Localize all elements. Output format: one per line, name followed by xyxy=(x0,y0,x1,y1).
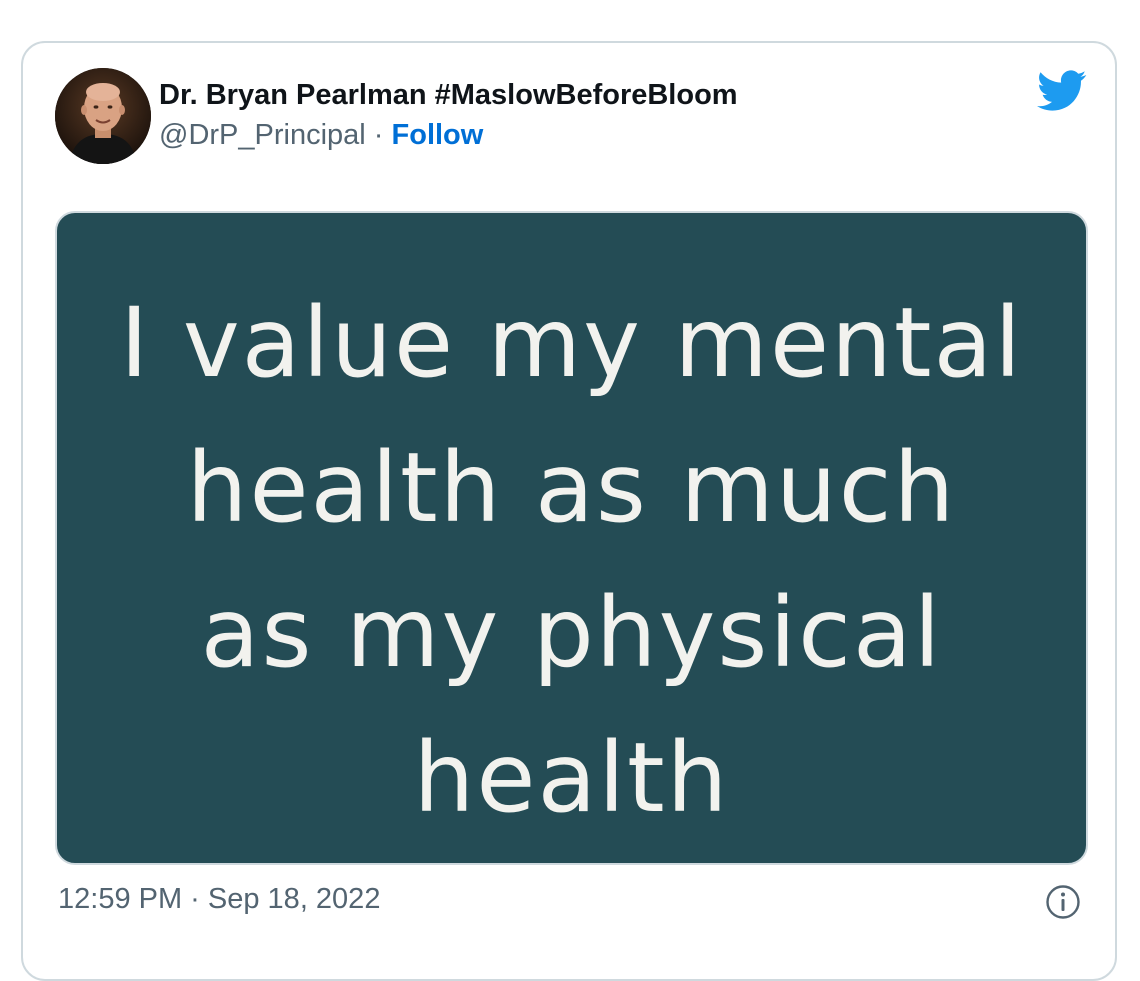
media-text-line: as my physical xyxy=(200,577,943,689)
media-text-line: health xyxy=(413,722,730,834)
tweet-timestamp[interactable]: 12:59 PM · Sep 18, 2022 xyxy=(58,883,380,916)
tweet-media-image[interactable]: I value my mental health as much as my p… xyxy=(55,211,1088,865)
separator-dot: · xyxy=(365,119,392,151)
author-handle[interactable]: @DrP_Principal xyxy=(159,119,366,151)
twitter-bird-icon[interactable] xyxy=(1037,70,1087,112)
follow-button[interactable]: Follow xyxy=(392,119,484,151)
tweet-card: Dr. Bryan Pearlman #MaslowBeforeBloom @D… xyxy=(21,41,1117,981)
avatar[interactable] xyxy=(55,68,151,164)
media-text-line: health as much xyxy=(186,432,957,544)
media-text-line: I value my mental xyxy=(120,287,1023,399)
info-icon[interactable] xyxy=(1045,884,1081,920)
avatar-photo xyxy=(55,68,151,164)
author-name[interactable]: Dr. Bryan Pearlman #MaslowBeforeBloom xyxy=(159,79,738,112)
media-quote-text: I value my mental health as much as my p… xyxy=(57,271,1086,851)
author-meta: @DrP_Principal · Follow xyxy=(159,119,483,152)
